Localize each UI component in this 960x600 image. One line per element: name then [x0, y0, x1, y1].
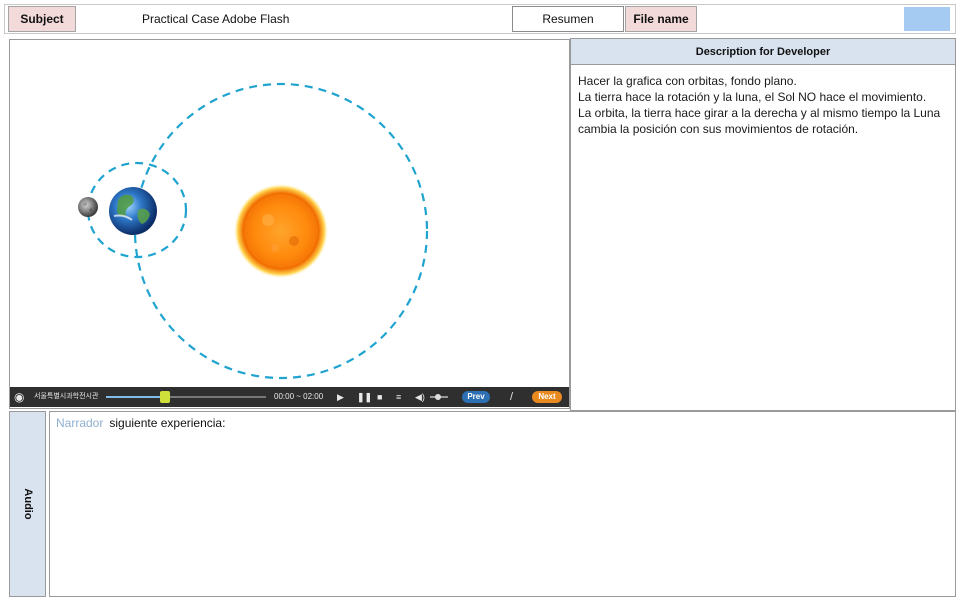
prev-button[interactable]: Prev — [462, 391, 490, 403]
description-line: Hacer la grafica con orbitas, fondo plan… — [578, 74, 797, 88]
volume-track[interactable] — [430, 394, 448, 400]
list-icon[interactable]: ≡ — [396, 387, 401, 407]
subject-label: Subject — [8, 6, 76, 32]
audio-label-panel: Audio — [9, 411, 46, 597]
earth — [109, 187, 157, 235]
audio-script-box — [49, 411, 956, 597]
solar-system-illustration — [78, 82, 429, 380]
next-button[interactable]: Next — [532, 391, 562, 403]
museum-logo-text: 서울특별시과학전시관 — [34, 393, 99, 400]
nav-separator: / — [510, 391, 514, 403]
media-player-bar: ◉ 서울특별시과학전시관 00:00 ~ 02:00 ▶ ❚❚ ■ ≡ ◀) P… — [10, 387, 569, 407]
subject-value: Practical Case Adobe Flash — [142, 12, 290, 26]
sun — [234, 184, 328, 278]
progress-handle[interactable] — [160, 391, 171, 403]
file-name-label: File name — [625, 6, 697, 32]
audio-line: siguiente experiencia: — [109, 416, 226, 430]
file-swatch — [904, 7, 950, 31]
progress-fill — [106, 396, 166, 398]
resumen-button[interactable]: Resumen — [512, 6, 624, 32]
volume-icon[interactable]: ◀) — [415, 387, 425, 407]
progress-track[interactable] — [106, 391, 266, 403]
audio-script: Narrador siguiente experiencia: — [56, 416, 225, 430]
audio-label: Audio — [21, 488, 34, 520]
play-icon[interactable]: ▶ — [337, 387, 344, 407]
time-display: 00:00 ~ 02:00 — [274, 392, 324, 401]
pause-icon[interactable]: ❚❚ — [357, 387, 372, 407]
description-title: Description for Developer — [571, 39, 955, 65]
stop-icon[interactable]: ■ — [377, 387, 382, 407]
museum-logo-icon: ◉ — [14, 390, 25, 404]
file-name-value — [702, 6, 897, 32]
speaker-label: Narrador — [56, 416, 104, 430]
moon — [78, 197, 98, 217]
volume-handle[interactable] — [435, 394, 442, 400]
description-line: La orbita, la tierra hace girar a la der… — [578, 106, 941, 136]
animation-stage — [9, 39, 570, 409]
description-body: Hacer la grafica con orbitas, fondo plan… — [578, 73, 948, 137]
description-line: La tierra hace la rotación y la luna, el… — [578, 90, 927, 104]
